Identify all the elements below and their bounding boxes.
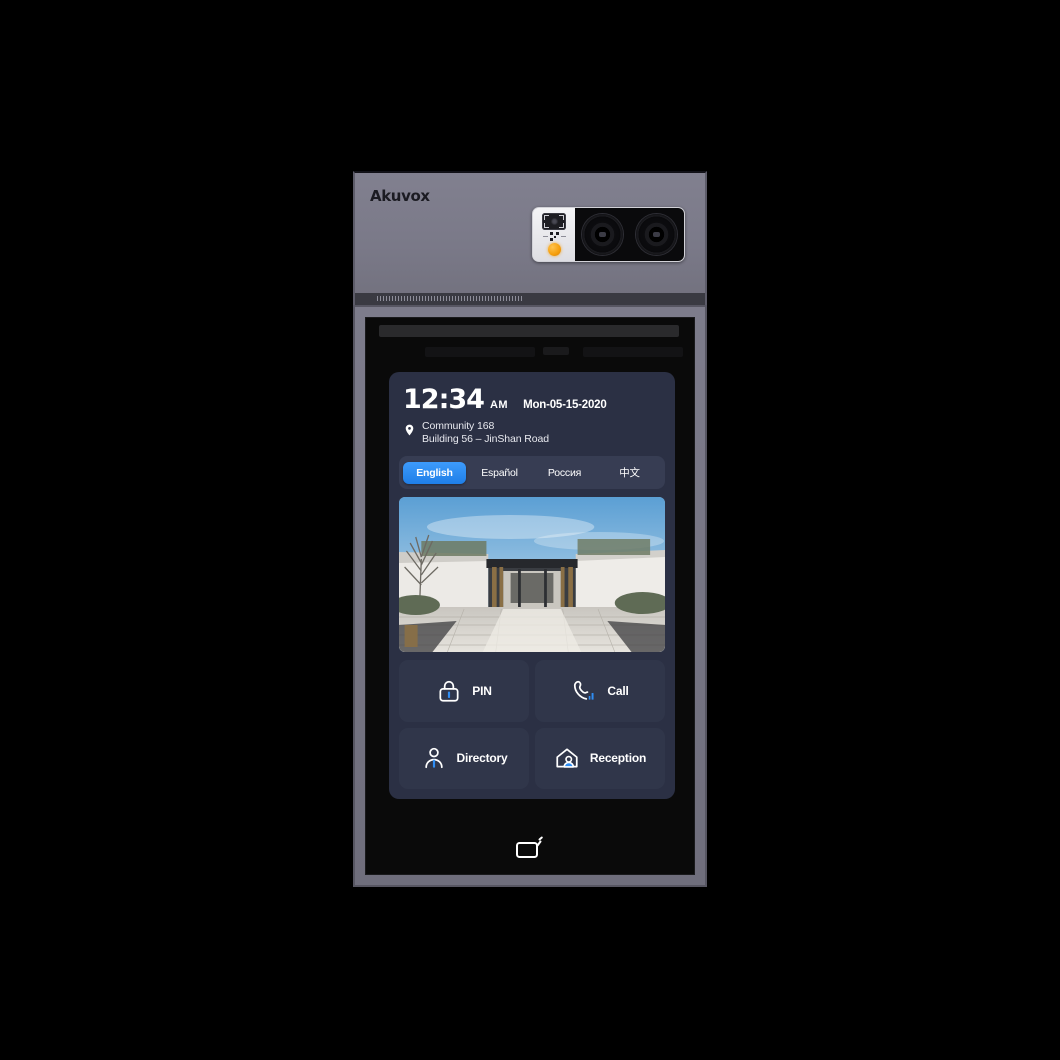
tile-label-call: Call xyxy=(607,683,629,698)
sensor-strip xyxy=(533,208,575,261)
tile-label-pin: PIN xyxy=(472,683,492,698)
screen-module: 12:34 AM Mon-05-15-2020 Community 168 Bu… xyxy=(353,305,707,887)
tile-label-directory: Directory xyxy=(456,751,508,766)
qr-code-icon xyxy=(542,232,566,241)
proximity-sensor xyxy=(425,347,535,357)
community-photo xyxy=(399,497,665,652)
card-tap-icon[interactable] xyxy=(513,835,547,861)
house-person-icon xyxy=(554,745,580,771)
camera-lens-icon xyxy=(636,214,678,255)
nav-bar xyxy=(365,835,695,861)
person-icon xyxy=(421,745,447,771)
tile-directory[interactable]: Directory xyxy=(399,727,529,789)
home-panel: 12:34 AM Mon-05-15-2020 Community 168 Bu… xyxy=(389,372,675,799)
language-option-chinese[interactable]: 中文 xyxy=(598,460,661,485)
clock-time: 12:34 xyxy=(403,384,485,415)
tile-label-reception: Reception xyxy=(589,751,647,766)
location-pin-icon xyxy=(403,422,416,443)
clock: 12:34 AM Mon-05-15-2020 xyxy=(389,372,675,413)
location-line-2: Building 56 – JinShan Road xyxy=(422,433,549,445)
front-camera-cutout xyxy=(543,347,569,355)
status-led-indicator xyxy=(547,243,561,256)
display-glass: 12:34 AM Mon-05-15-2020 Community 168 Bu… xyxy=(365,317,695,875)
tile-pin[interactable]: PIN xyxy=(399,660,529,722)
location-block: Community 168 Building 56 – JinShan Road xyxy=(389,413,675,446)
phone-call-icon xyxy=(571,678,597,704)
brand-logo: Akuvox xyxy=(370,187,430,205)
tile-call[interactable]: Call xyxy=(535,660,665,722)
camera-module: Akuvox xyxy=(353,171,707,295)
location-line-1: Community 168 xyxy=(422,420,495,432)
language-selector[interactable]: English Español Россия 中文 xyxy=(399,456,665,489)
light-sensor xyxy=(583,347,683,357)
speaker-grille xyxy=(353,293,707,305)
lock-icon xyxy=(436,678,462,704)
language-option-espanol[interactable]: Español xyxy=(468,462,531,484)
clock-date: Mon-05-15-2020 xyxy=(523,399,607,411)
language-option-english[interactable]: English xyxy=(403,461,466,484)
tile-reception[interactable]: Reception xyxy=(535,727,665,789)
camera-plate xyxy=(532,207,685,262)
camera-lens-icon xyxy=(581,214,623,255)
language-option-russian[interactable]: Россия xyxy=(533,462,596,484)
ir-sensor-icon xyxy=(542,213,566,230)
action-tiles: PIN Call Directory Reception xyxy=(389,652,675,799)
screenshot-root: Akuvox 12:34 AM Mon-05-15-2020 Community… xyxy=(0,0,1060,1060)
clock-meridiem: AM xyxy=(489,399,509,411)
lens-housing xyxy=(575,208,684,261)
display-top-strip xyxy=(379,325,679,337)
location-text: Community 168 Building 56 – JinShan Road xyxy=(422,420,549,446)
